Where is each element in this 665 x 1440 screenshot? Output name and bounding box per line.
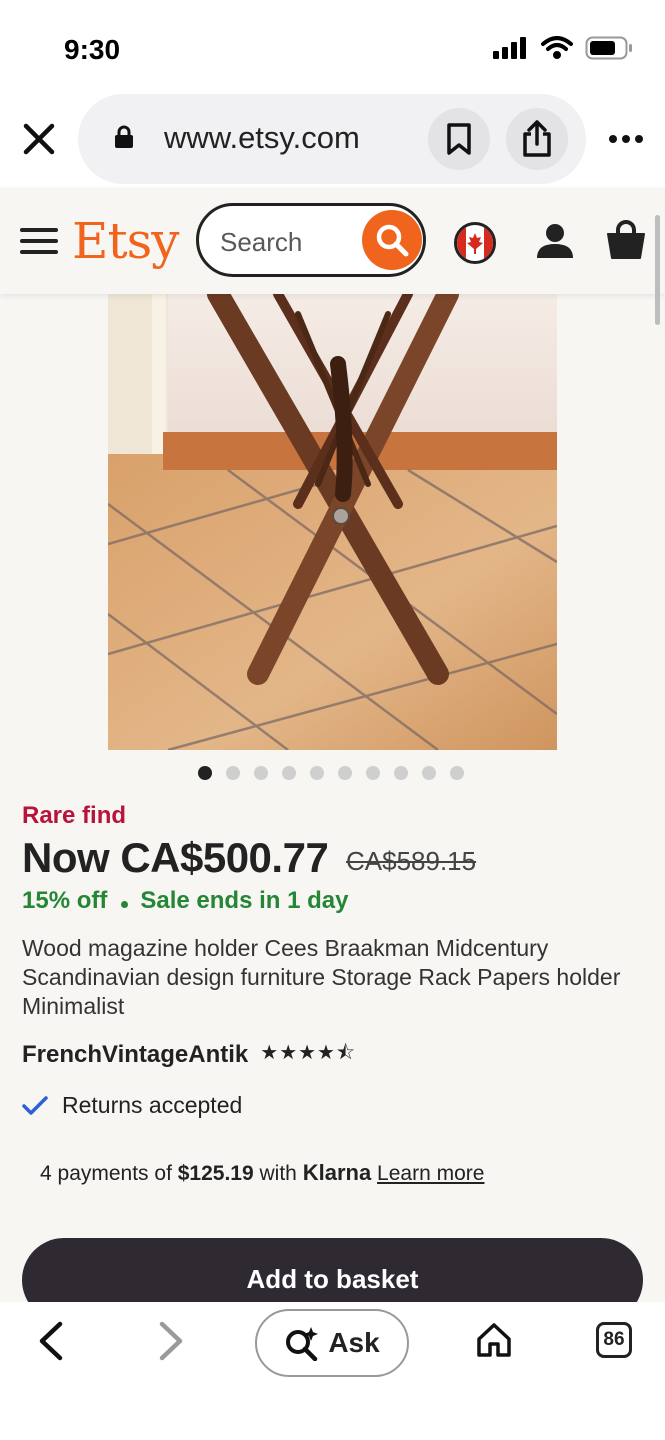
gallery-dot[interactable] [226, 766, 240, 780]
gallery-dot[interactable] [254, 766, 268, 780]
product-title: Wood magazine holder Cees Braakman Midce… [22, 935, 621, 1019]
status-icons [493, 36, 633, 60]
shop-name-link[interactable]: FrenchVintageAntik [22, 1041, 248, 1069]
search-icon [376, 224, 409, 257]
search-button[interactable] [362, 210, 422, 270]
separator-dot [121, 900, 129, 908]
scrollbar-thumb[interactable] [655, 215, 660, 325]
menu-icon [20, 228, 58, 254]
account-button[interactable] [534, 220, 576, 262]
bookmark-icon [447, 123, 471, 155]
gallery-dot[interactable] [282, 766, 296, 780]
rare-find-badge: Rare find [22, 802, 127, 829]
basket-icon [607, 220, 645, 259]
menu-button[interactable] [20, 226, 58, 256]
more-options-button[interactable] [606, 124, 646, 154]
original-price: CA$589.15 [346, 846, 477, 876]
status-time: 9:30 [64, 34, 121, 65]
gallery-dot[interactable] [198, 766, 212, 780]
battery-icon [585, 36, 632, 60]
account-icon [537, 224, 573, 258]
star-rating[interactable]: ★★★★⯪ [260, 1038, 356, 1072]
returns-text: Returns accepted [62, 1092, 243, 1118]
tabs-button[interactable]: 86 [596, 1322, 632, 1358]
home-button[interactable] [476, 1322, 512, 1358]
ask-button[interactable]: Ask [255, 1309, 409, 1377]
returns-row: Returns accepted [22, 1092, 242, 1119]
klarna-amount: $125.19 [177, 1162, 254, 1185]
region-button[interactable] [454, 222, 496, 264]
basket-button[interactable] [604, 218, 648, 262]
lock-icon [114, 125, 134, 149]
share-button[interactable] [506, 108, 568, 170]
signal-icon [493, 37, 526, 59]
image-pagination [198, 766, 464, 780]
forward-icon [159, 1321, 183, 1361]
klarna-prefix: 4 payments of [40, 1162, 172, 1185]
sale-ends-text: Sale ends in 1 day [140, 887, 349, 914]
klarna-middle: with [259, 1162, 297, 1185]
gallery-dot[interactable] [338, 766, 352, 780]
search-placeholder[interactable]: Search [220, 227, 302, 258]
forward-button[interactable] [156, 1320, 186, 1362]
gallery-dot[interactable] [450, 766, 464, 780]
home-icon [477, 1323, 511, 1357]
current-price: Now CA$500.77 [22, 834, 329, 881]
url-text[interactable]: www.etsy.com [164, 120, 360, 156]
ask-sparkle-search-icon [286, 1327, 319, 1361]
gallery-dot[interactable] [394, 766, 408, 780]
back-icon [39, 1321, 63, 1361]
checkmark-icon [22, 1095, 48, 1115]
gallery-dot[interactable] [366, 766, 380, 780]
back-button[interactable] [36, 1320, 66, 1362]
more-icon [609, 135, 643, 143]
discount-percent: 15% off [22, 887, 108, 914]
shop-row: FrenchVintageAntik ★★★★⯪ [22, 1038, 356, 1072]
klarna-logo: Klarna [302, 1160, 372, 1185]
gallery-dot[interactable] [310, 766, 324, 780]
etsy-logo[interactable]: Etsy [72, 212, 179, 270]
canada-flag-icon [457, 225, 493, 261]
share-icon [523, 120, 551, 157]
wifi-icon [541, 36, 573, 59]
klarna-row: 4 payments of $125.19 with Klarna Learn … [40, 1160, 484, 1186]
product-image[interactable] [108, 294, 557, 750]
gallery-dot[interactable] [422, 766, 436, 780]
discount-row: 15% off Sale ends in 1 day [22, 887, 348, 915]
bookmark-button[interactable] [428, 108, 490, 170]
close-tab-button[interactable] [20, 120, 58, 158]
ask-label: Ask [328, 1327, 380, 1358]
tab-count: 86 [603, 1329, 625, 1350]
close-icon [23, 123, 55, 155]
learn-more-link[interactable]: Learn more [377, 1162, 484, 1185]
